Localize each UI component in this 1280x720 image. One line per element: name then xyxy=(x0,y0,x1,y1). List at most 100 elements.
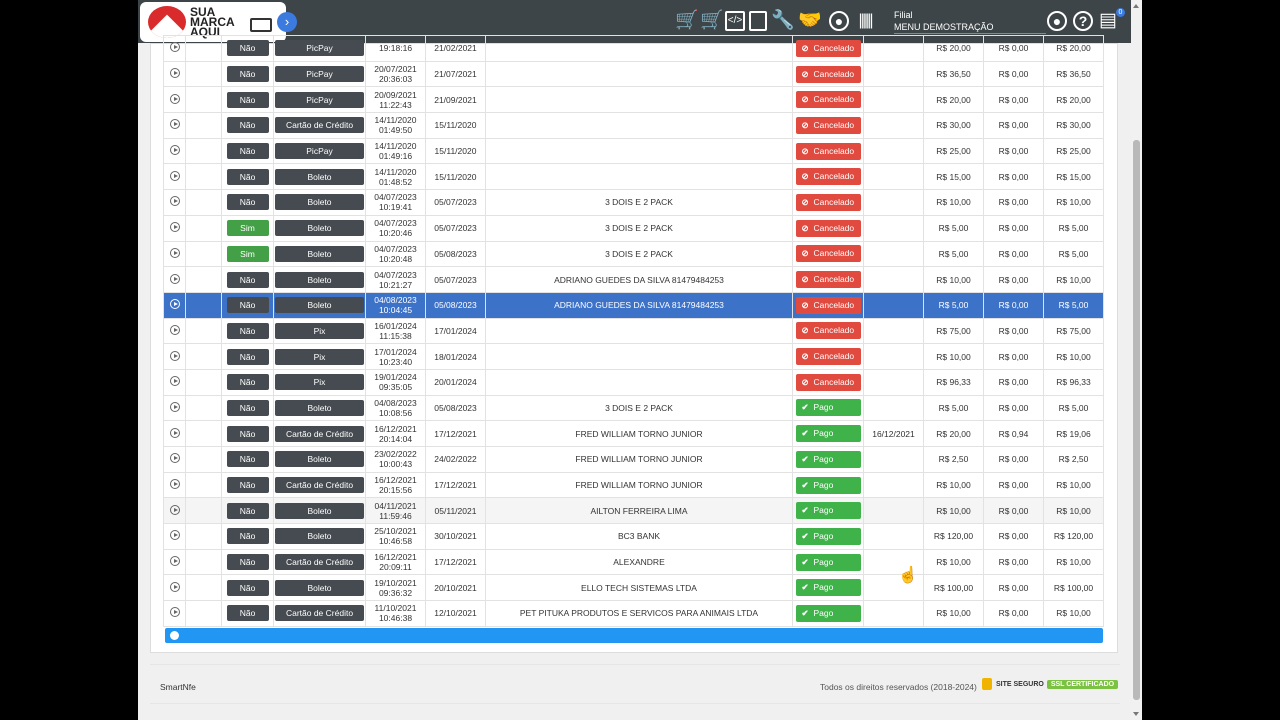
play-icon[interactable] xyxy=(169,170,180,181)
table-row[interactable]: Não Pix 16/01/2024 11:15:38 17/01/2024 ⊘ C… xyxy=(163,317,1104,345)
play-icon[interactable] xyxy=(169,556,180,567)
play-icon[interactable] xyxy=(169,145,180,156)
status-badge[interactable]: ⊘ Cancelado xyxy=(795,219,861,237)
expand-cell[interactable] xyxy=(163,600,186,627)
table-row[interactable]: Não Cartão de Crédito 11/10/2021 10:46:38… xyxy=(163,600,1104,627)
table-row[interactable]: Não Boleto 04/08/2023 10:08:56 05/08/2023… xyxy=(163,394,1104,422)
expand-cell[interactable] xyxy=(163,471,186,499)
status-badge[interactable]: ⊘ Cancelado xyxy=(795,168,861,186)
table-row[interactable]: Não Cartão de Crédito 16/12/2021 20:14:04… xyxy=(163,420,1104,447)
table-row[interactable]: Sim Boleto 04/07/2023 10:20:46 05/07/2023… xyxy=(163,214,1104,242)
play-icon[interactable] xyxy=(169,479,180,490)
vertical-scrollbar[interactable] xyxy=(1131,0,1142,720)
table-row[interactable]: Sim Boleto 04/07/2023 10:20:48 05/08/2023… xyxy=(163,240,1104,268)
handshake-icon[interactable]: 🤝 xyxy=(796,10,824,32)
user-circle-icon[interactable]: ● xyxy=(829,11,849,31)
table-row[interactable]: Não Cartão de Crédito 14/11/2020 01:49:50… xyxy=(163,112,1104,139)
scroll-up-icon[interactable] xyxy=(1133,4,1139,8)
status-badge[interactable]: ⊘ Cancelado xyxy=(795,245,861,263)
table-row[interactable]: Não Boleto 04/11/2021 11:59:46 05/11/2021… xyxy=(163,497,1104,525)
payment-method-button[interactable]: Boleto xyxy=(275,579,364,596)
play-icon[interactable] xyxy=(169,119,180,130)
payment-method-button[interactable]: Boleto xyxy=(275,271,364,288)
table-row[interactable]: Não Boleto 04/08/2023 10:04:45 05/08/2023… xyxy=(163,291,1104,319)
play-icon[interactable] xyxy=(169,401,180,412)
table-row[interactable]: Não PicPay 19:18:16 21/02/2021 ⊘ Cancelad… xyxy=(163,35,1104,62)
sent-badge[interactable]: Não xyxy=(226,374,269,391)
document-icon[interactable] xyxy=(749,11,767,31)
status-badge[interactable]: ⊘ Cancelado xyxy=(795,65,861,83)
play-icon[interactable] xyxy=(169,42,180,53)
status-badge[interactable]: ⊘ Cancelado xyxy=(795,91,861,109)
code-file-icon[interactable]: </> xyxy=(725,11,745,31)
payment-method-button[interactable]: Pix xyxy=(275,374,364,391)
status-badge[interactable]: ⊘ Cancelado xyxy=(795,271,861,289)
sent-badge[interactable]: Não xyxy=(226,143,269,160)
status-badge[interactable]: ⊘ Cancelado xyxy=(795,373,861,391)
chat-icon[interactable]: ▤ xyxy=(1098,10,1118,32)
sent-badge[interactable]: Não xyxy=(226,451,269,468)
table-row[interactable]: Não Cartão de Crédito 16/12/2021 20:09:11… xyxy=(163,548,1104,576)
expand-cell[interactable] xyxy=(163,291,186,319)
help-icon[interactable]: ? xyxy=(1073,11,1093,31)
barcode-icon[interactable]: |||||| xyxy=(854,10,876,32)
status-badge[interactable]: ✔ Pago xyxy=(795,527,861,545)
table-row[interactable]: Não PicPay 14/11/2020 01:49:16 15/11/2020… xyxy=(163,137,1104,165)
status-badge[interactable]: ✔ Pago xyxy=(795,399,861,417)
play-icon[interactable] xyxy=(169,299,180,310)
expand-cell[interactable] xyxy=(163,189,186,216)
cart-add-icon[interactable]: 🛒 xyxy=(700,10,724,32)
play-icon[interactable] xyxy=(169,93,180,104)
status-badge[interactable]: ✔ Pago xyxy=(795,553,861,571)
sent-badge[interactable]: Não xyxy=(226,528,269,545)
expand-cell[interactable] xyxy=(163,420,186,447)
payment-method-button[interactable]: Boleto xyxy=(275,194,364,211)
payment-method-button[interactable]: Cartão de Crédito xyxy=(275,117,364,134)
status-badge[interactable]: ✔ Pago xyxy=(795,476,861,494)
sent-badge[interactable]: Sim xyxy=(226,245,269,262)
sent-badge[interactable]: Não xyxy=(226,399,269,416)
table-row[interactable]: Não Boleto 14/11/2020 01:48:52 15/11/2020… xyxy=(163,163,1104,191)
expand-cell[interactable] xyxy=(163,523,186,550)
cart-icon[interactable]: 🛒 xyxy=(675,10,699,32)
table-row[interactable]: Não Boleto 23/02/2022 10:00:43 24/02/2022… xyxy=(163,446,1104,473)
payment-method-button[interactable]: Boleto xyxy=(275,502,364,519)
payment-method-button[interactable]: Boleto xyxy=(275,451,364,468)
status-badge[interactable]: ✔ Pago xyxy=(795,579,861,597)
status-badge[interactable]: ⊘ Cancelado xyxy=(795,322,861,340)
play-icon[interactable] xyxy=(169,504,180,515)
status-badge[interactable]: ⊘ Cancelado xyxy=(795,142,861,160)
table-row[interactable]: Não Boleto 04/07/2023 10:19:41 05/07/2023… xyxy=(163,189,1104,216)
table-row[interactable]: Não Pix 19/01/2024 09:35:05 20/01/2024 ⊘ C… xyxy=(163,368,1104,396)
expand-cell[interactable] xyxy=(163,214,186,242)
play-icon[interactable] xyxy=(169,427,180,438)
table-row[interactable]: Não Boleto 19/10/2021 09:36:32 20/10/2021… xyxy=(163,574,1104,602)
expand-cell[interactable] xyxy=(163,446,186,473)
sent-badge[interactable]: Não xyxy=(226,425,269,442)
expand-cell[interactable] xyxy=(163,240,186,268)
payment-method-button[interactable]: Pix xyxy=(275,348,364,365)
payment-method-button[interactable]: Cartão de Crédito xyxy=(275,477,364,494)
expand-cell[interactable] xyxy=(163,163,186,191)
play-icon[interactable] xyxy=(169,196,180,207)
payment-method-button[interactable]: Boleto xyxy=(275,528,364,545)
expand-cell[interactable] xyxy=(163,86,186,114)
table-row[interactable]: Não PicPay 20/07/2021 20:36:03 21/07/2021… xyxy=(163,60,1104,88)
status-badge[interactable]: ✔ Pago xyxy=(795,425,861,443)
profile-icon[interactable]: ● xyxy=(1047,11,1067,31)
play-icon[interactable] xyxy=(169,222,180,233)
sidebar-toggle-button[interactable]: › xyxy=(277,12,297,32)
play-icon[interactable] xyxy=(169,581,180,592)
scroll-thumb[interactable] xyxy=(1133,140,1140,700)
status-badge[interactable]: ⊘ Cancelado xyxy=(795,116,861,134)
play-icon[interactable] xyxy=(169,324,180,335)
status-badge[interactable]: ⊘ Cancelado xyxy=(795,296,861,314)
play-icon[interactable] xyxy=(169,273,180,284)
sent-badge[interactable]: Não xyxy=(226,579,269,596)
wrench-icon[interactable]: 🔧 xyxy=(771,10,795,32)
sent-badge[interactable]: Não xyxy=(226,348,269,365)
scroll-down-icon[interactable] xyxy=(1133,712,1139,716)
table-row[interactable]: Não Boleto 25/10/2021 10:46:58 30/10/2021… xyxy=(163,523,1104,550)
play-icon[interactable] xyxy=(169,453,180,464)
sent-badge[interactable]: Não xyxy=(226,66,269,83)
